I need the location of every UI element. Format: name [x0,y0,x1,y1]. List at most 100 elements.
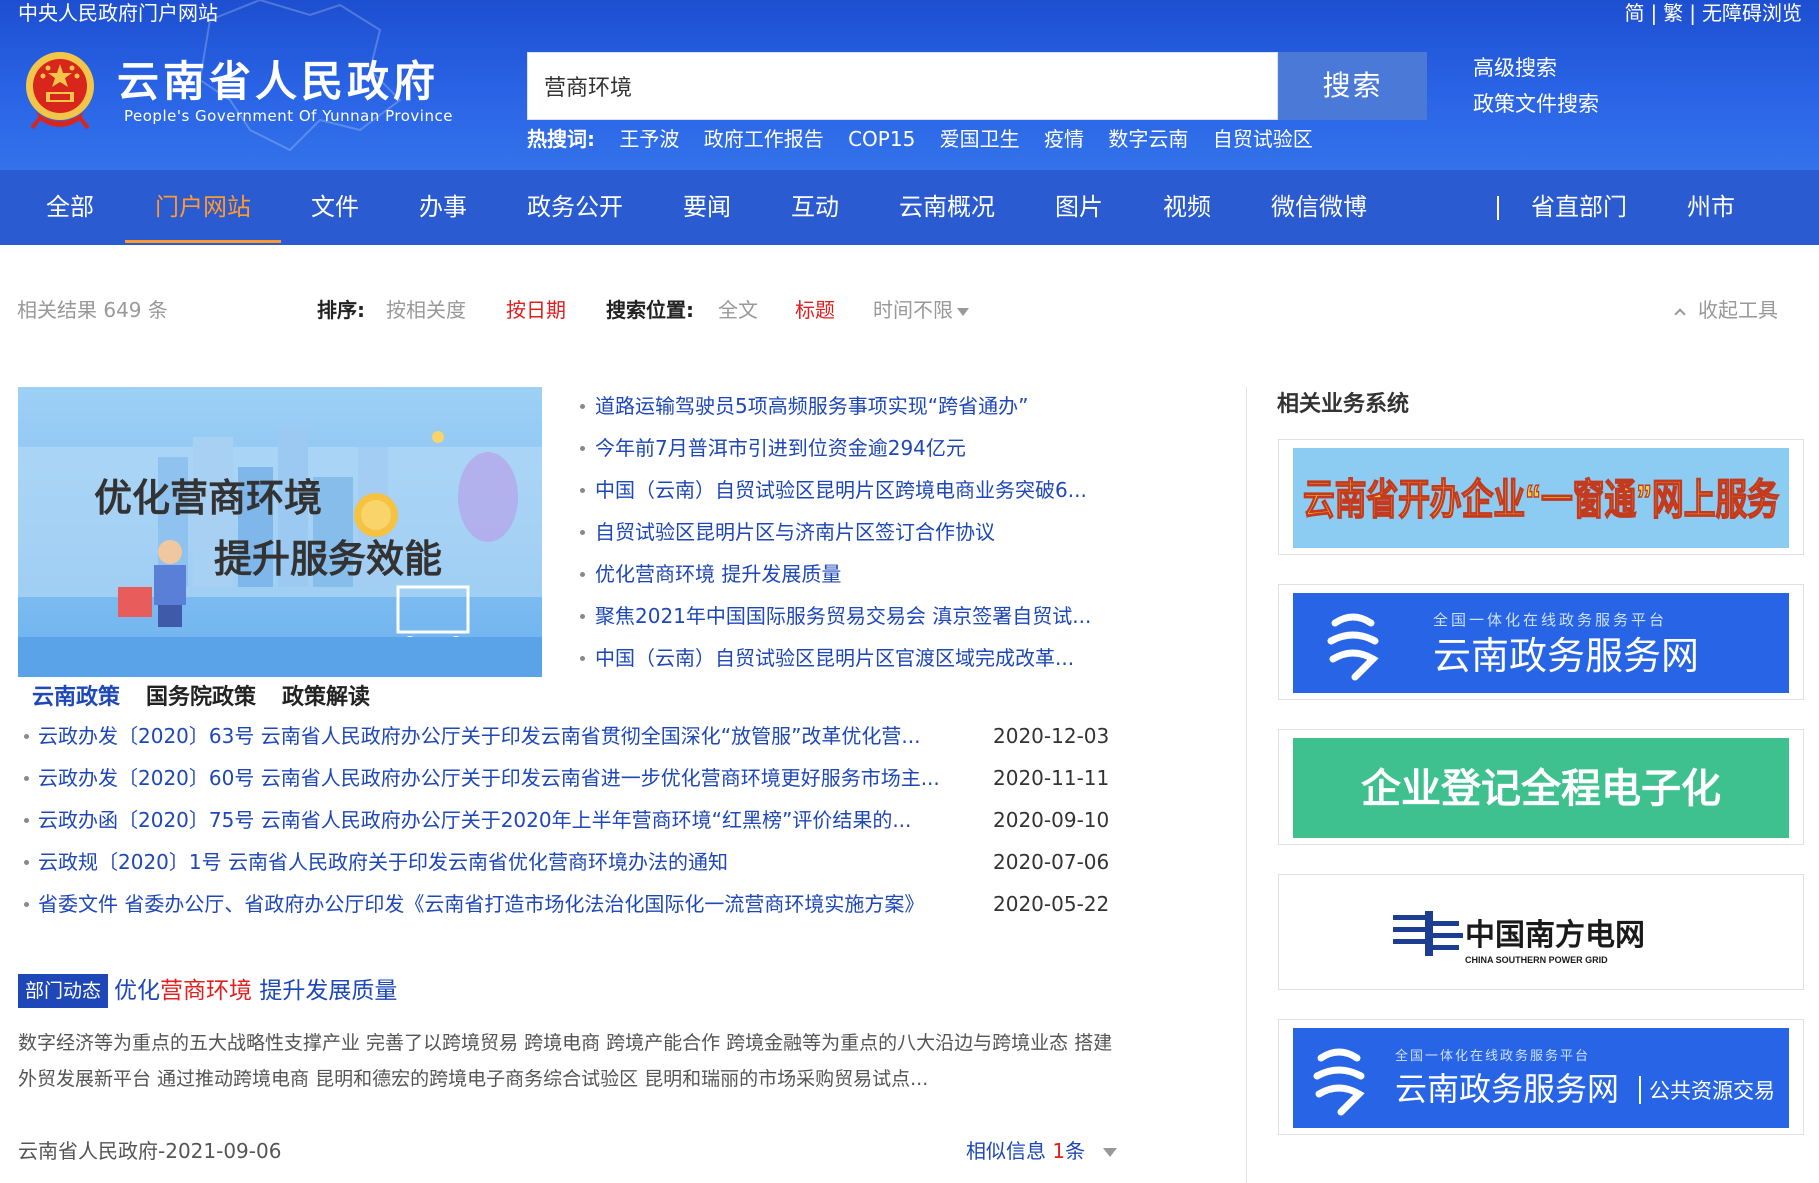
card-text: 云南政务服务网 [1433,636,1699,678]
news-item[interactable]: 中国（云南）自贸试验区昆明片区官渡区域完成改革... [580,637,1120,679]
tab-gov-affairs[interactable]: 政务公开 [527,170,623,245]
tab-documents[interactable]: 文件 [311,170,359,245]
enterprise-registration-banner: 企业登记全程电子化 [1293,738,1789,838]
hot-search-words: 热搜词: 王予波 政府工作报告 COP15 爱国卫生 疫情 数字云南 自贸试验区 [527,124,1331,154]
card-public-resource-trading[interactable]: 全国一体化在线政务服务平台 云南政务服务网 公共资源交易 [1278,1019,1804,1135]
category-nav: 全部 门户网站 文件 办事 政务公开 要闻 互动 云南概况 图片 视频 微信微博… [0,170,1819,245]
card-enterprise-registration[interactable]: 企业登记全程电子化 [1278,729,1804,845]
sort-by-date[interactable]: 按日期 [506,295,566,325]
policy-row: 云政办发〔2020〕63号 云南省人民政府办公厅关于印发云南省贯彻全国深化“放管… [22,715,1112,757]
news-item[interactable]: 自贸试验区昆明片区与济南片区签订合作协议 [580,511,1120,553]
card-text: 云南省开办企业“一窗通”网上服务 [1303,476,1779,523]
news-item[interactable]: 中国（云南）自贸试验区昆明片区跨境电商业务突破6... [580,469,1120,511]
policy-document-search-link[interactable]: 政策文件搜索 [1473,86,1599,122]
policy-title-link[interactable]: 云政规〔2020〕1号 云南省人民政府关于印发云南省优化营商环境办法的通知 [38,841,1000,883]
position-title[interactable]: 标题 [795,295,835,325]
hot-word[interactable]: 自贸试验区 [1213,127,1313,151]
hot-word[interactable]: 疫情 [1044,127,1084,151]
nav-divider [1497,196,1499,220]
policy-row: 云政办发〔2020〕60号 云南省人民政府办公厅关于印发云南省进一步优化营商环境… [22,757,1112,799]
tab-policy-interpretation[interactable]: 政策解读 [282,685,370,710]
position-fulltext[interactable]: 全文 [718,295,758,325]
tab-provincial-depts[interactable]: 省直部门 [1531,170,1627,245]
featured-banner-image[interactable]: 优化营商环境 提升服务效能 [18,387,542,677]
card-china-southern-grid[interactable]: 中国南方电网 CHINA SOUTHERN POWER GRID [1278,874,1804,990]
site-title[interactable]: 云南省人民政府 [117,58,439,106]
policy-tabs: 云南政策 国务院政策 政策解读 [32,683,396,713]
result-count: 相关结果 649 条 [17,298,168,322]
card-subtitle: 全国一体化在线政务服务平台 [1433,611,1667,629]
card-text: 中国南方电网 [1465,918,1645,952]
advanced-search-links: 高级搜索 政策文件搜索 [1473,50,1599,122]
policy-title-link[interactable]: 云政办函〔2020〕75号 云南省人民政府办公厅关于2020年上半年营商环境“红… [38,799,1000,841]
gov-service-banner: 全国一体化在线政务服务平台 云南政务服务网 [1293,593,1789,693]
policy-date: 2020-07-06 [993,850,1110,874]
central-gov-portal-link[interactable]: 中央人民政府门户网站 [18,0,218,26]
traditional-chinese-link[interactable]: 繁 [1663,1,1683,25]
search-button[interactable]: 搜索 [1278,52,1427,120]
title-highlight: 营商环境 [160,978,253,1004]
news-item[interactable]: 优化营商环境 提升发展质量 [580,553,1120,595]
public-resource-banner: 全国一体化在线政务服务平台 云南政务服务网 公共资源交易 [1293,1028,1789,1128]
hot-word[interactable]: 爱国卫生 [940,127,1020,151]
hot-word[interactable]: 数字云南 [1108,127,1188,151]
card-text: 云南政务服务网 [1395,1071,1619,1107]
tab-news[interactable]: 要闻 [683,170,731,245]
separator: | [1650,1,1658,25]
tab-wechat-weibo[interactable]: 微信微博 [1271,170,1367,245]
tab-yunnan-overview[interactable]: 云南概况 [899,170,995,245]
policy-row: 云政规〔2020〕1号 云南省人民政府关于印发云南省优化营商环境办法的通知 20… [22,841,1112,883]
news-item[interactable]: 道路运输驾驶员5项高频服务事项实现“跨省通办” [580,385,1120,427]
search-filter-bar: 相关结果 649 条 排序: 按相关度 按日期 搜索位置: 全文 标题 时间不限… [0,295,1819,325]
featured-news-list: 道路运输驾驶员5项高频服务事项实现“跨省通办” 今年前7月普洱市引进到位资金逾2… [580,385,1120,679]
policy-row: 省委文件 省委办公厅、省政府办公厅印发《云南省打造市场化法治化国际化一流营商环境… [22,883,1112,925]
policy-row: 云政办函〔2020〕75号 云南省人民政府办公厅关于2020年上半年营商环境“红… [22,799,1112,841]
search-box [527,52,1278,120]
tab-services[interactable]: 办事 [419,170,467,245]
collapse-tools-label: 收起工具 [1698,298,1778,322]
time-range-dropdown[interactable]: 时间不限 [873,295,969,325]
tab-videos[interactable]: 视频 [1163,170,1211,245]
card-yunnan-gov-service[interactable]: 全国一体化在线政务服务平台 云南政务服务网 [1278,584,1804,700]
national-emblem-icon[interactable] [22,46,98,132]
card-one-window-business[interactable]: 云南省开办企业“一窗通”网上服务 [1278,439,1804,555]
policy-date: 2020-05-22 [993,892,1110,916]
accessibility-link[interactable]: 无障碍浏览 [1702,1,1802,25]
tab-all[interactable]: 全部 [46,170,94,245]
title-text: 提升发展质量 [252,978,398,1004]
site-title-english: People's Government Of Yunnan Province [124,107,453,125]
card-subtitle: CHINA SOUTHERN POWER GRID [1465,955,1608,965]
business-environment-illustration: 优化营商环境 提升服务效能 [18,387,542,677]
tab-portal[interactable]: 门户网站 [155,170,251,245]
result-title-link[interactable]: 优化营商环境 提升发展质量 [114,974,397,1008]
policy-title-link[interactable]: 云政办发〔2020〕63号 云南省人民政府办公厅关于印发云南省贯彻全国深化“放管… [38,715,1000,757]
china-southern-grid-logo: 中国南方电网 CHINA SOUTHERN POWER GRID [1293,883,1789,983]
chevron-up-icon [1674,307,1686,320]
result-source-date: 云南省人民政府-2021-09-06 [18,1139,282,1163]
active-tab-indicator [125,240,281,243]
tab-interaction[interactable]: 互动 [791,170,839,245]
simplified-chinese-link[interactable]: 简 [1625,1,1645,25]
tab-yunnan-policy[interactable]: 云南政策 [32,685,120,710]
news-item[interactable]: 聚焦2021年中国国际服务贸易交易会 滇京签署自贸试... [580,595,1120,637]
policy-title-link[interactable]: 云政办发〔2020〕60号 云南省人民政府办公厅关于印发云南省进一步优化营商环境… [38,757,1000,799]
one-window-banner: 云南省开办企业“一窗通”网上服务 [1293,448,1789,548]
similar-count: 1 [1052,1139,1066,1163]
hot-word[interactable]: COP15 [848,127,915,151]
top-utility-links: 简 | 繁 | 无障碍浏览 [1625,0,1803,26]
search-input[interactable] [528,53,1278,119]
policy-title-link[interactable]: 省委文件 省委办公厅、省政府办公厅印发《云南省打造市场化法治化国际化一流营商环境… [38,883,1000,925]
news-item[interactable]: 今年前7月普洱市引进到位资金逾294亿元 [580,427,1120,469]
chevron-down-icon [957,307,969,316]
hot-word[interactable]: 王予波 [619,127,679,151]
tab-images[interactable]: 图片 [1055,170,1103,245]
hot-word[interactable]: 政府工作报告 [704,127,824,151]
similar-info-toggle[interactable]: 相似信息 1条 [966,1136,1118,1166]
tab-prefectures[interactable]: 州市 [1687,170,1735,245]
advanced-search-link[interactable]: 高级搜索 [1473,50,1599,86]
sort-by-relevance[interactable]: 按相关度 [386,295,466,325]
tab-state-council-policy[interactable]: 国务院政策 [146,685,256,710]
hot-words-label: 热搜词: [527,127,595,151]
card-suffix: 公共资源交易 [1649,1080,1775,1103]
collapse-tools-button[interactable]: 收起工具 [1674,295,1778,325]
